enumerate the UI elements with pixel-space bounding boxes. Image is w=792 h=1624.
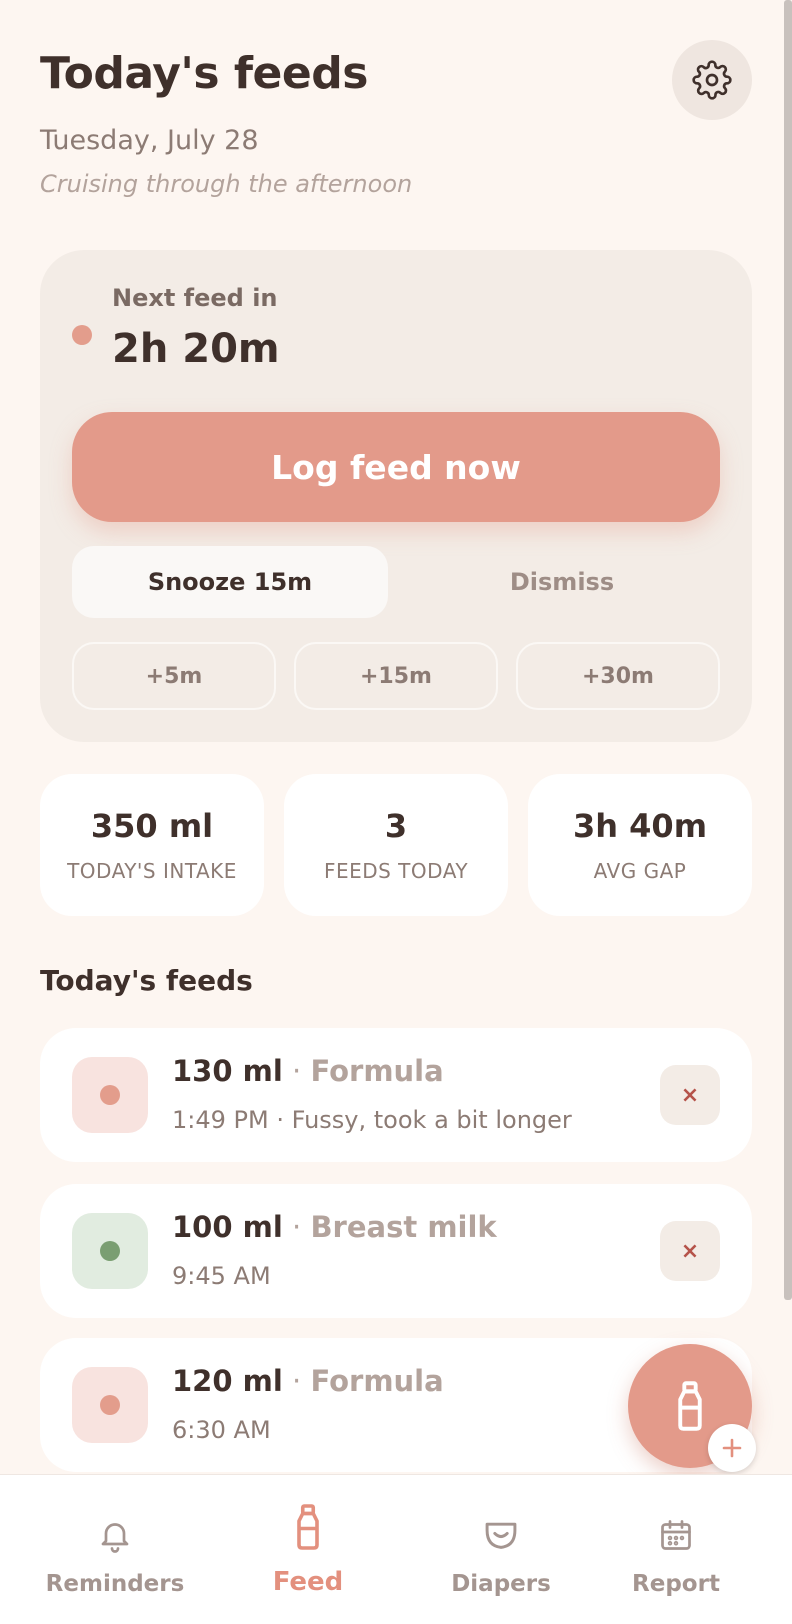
stat-label: FEEDS TODAY	[323, 859, 469, 883]
stat-label: AVG GAP	[593, 859, 687, 883]
feeds-section-title: Today's feeds	[40, 964, 253, 997]
feed-amount: 100 ml	[172, 1210, 283, 1244]
close-icon: ×	[680, 1238, 700, 1264]
feed-summary: 130 ml · Formula	[172, 1054, 444, 1088]
status-subtitle: Cruising through the afternoon	[40, 170, 413, 198]
feed-type-dot	[100, 1241, 120, 1261]
settings-button[interactable]	[672, 40, 752, 120]
feed-type-badge	[72, 1057, 148, 1133]
separator: ·	[292, 1054, 302, 1088]
close-icon: ×	[680, 1082, 700, 1108]
delete-feed-button[interactable]: ×	[660, 1065, 720, 1125]
bottle-icon	[678, 1381, 702, 1431]
feed-detail: 6:30 AM	[172, 1416, 271, 1444]
plus-icon	[722, 1438, 742, 1458]
feed-type-badge	[72, 1367, 148, 1443]
feeds-screen: Today's feeds Tuesday, July 28 Cruising …	[0, 0, 792, 1624]
feed-type-dot	[100, 1085, 120, 1105]
snooze-button[interactable]: Snooze 15m	[72, 546, 388, 618]
feed-type: Formula	[310, 1054, 444, 1088]
feed-detail: 9:45 AM	[172, 1262, 271, 1290]
diaper-icon	[485, 1522, 517, 1549]
stat-card-feeds: 3 FEEDS TODAY	[284, 774, 508, 916]
snooze-30m-chip[interactable]: +30m	[516, 642, 720, 710]
separator: ·	[292, 1210, 302, 1244]
separator: ·	[292, 1364, 302, 1398]
feed-list-item[interactable]: 100 ml · Breast milk 9:45 AM ×	[40, 1184, 752, 1318]
stat-value: 350 ml	[90, 807, 214, 845]
next-feed-countdown: 2h 20m	[112, 326, 280, 372]
stat-value: 3h 40m	[572, 807, 708, 845]
stat-card-intake: 350 ml TODAY'S INTAKE	[40, 774, 264, 916]
tab-feed[interactable]: Feed	[218, 1475, 398, 1624]
bottle-icon	[297, 1504, 319, 1550]
stat-value: 3	[384, 807, 408, 845]
tab-label: Reminders	[45, 1571, 185, 1597]
feed-type-badge	[72, 1213, 148, 1289]
log-feed-button[interactable]: Log feed now	[72, 412, 720, 522]
stat-label: TODAY'S INTAKE	[67, 859, 237, 883]
snooze-5m-chip[interactable]: +5m	[72, 642, 276, 710]
page-title: Today's feeds	[40, 48, 368, 99]
feed-list-item[interactable]: 130 ml · Formula 1:49 PM · Fussy, took a…	[40, 1028, 752, 1162]
stat-card-avg-gap: 3h 40m AVG GAP	[528, 774, 752, 916]
feed-type: Breast milk	[310, 1210, 497, 1244]
status-dot	[72, 325, 92, 345]
tab-label: Feed	[272, 1567, 344, 1597]
feed-detail: 1:49 PM · Fussy, took a bit longer	[172, 1106, 572, 1134]
bottom-tab-bar: Reminders Feed Diapers Report	[0, 1474, 792, 1624]
feed-type-dot	[100, 1395, 120, 1415]
next-feed-card: Next feed in 2h 20m Log feed now Snooze …	[40, 250, 752, 742]
snooze-15m-chip[interactable]: +15m	[294, 642, 498, 710]
tab-label: Diapers	[451, 1571, 551, 1597]
tab-report[interactable]: Report	[586, 1475, 766, 1624]
gear-icon	[692, 60, 732, 100]
header: Today's feeds Tuesday, July 28 Cruising …	[40, 48, 726, 198]
bell-icon	[101, 1523, 129, 1553]
next-feed-label: Next feed in	[112, 284, 278, 312]
delete-feed-button[interactable]: ×	[660, 1221, 720, 1281]
add-badge[interactable]	[708, 1424, 756, 1472]
tab-label: Report	[632, 1571, 720, 1597]
calendar-icon	[661, 1520, 691, 1550]
feed-amount: 120 ml	[172, 1364, 283, 1398]
feed-type: Formula	[310, 1364, 444, 1398]
scrollbar[interactable]	[784, 0, 792, 1300]
feed-summary: 100 ml · Breast milk	[172, 1210, 497, 1244]
tab-diapers[interactable]: Diapers	[411, 1475, 591, 1624]
feed-amount: 130 ml	[172, 1054, 283, 1088]
tab-reminders[interactable]: Reminders	[25, 1475, 205, 1624]
date-label: Tuesday, July 28	[40, 125, 259, 156]
dismiss-button[interactable]: Dismiss	[404, 546, 720, 618]
feed-summary: 120 ml · Formula	[172, 1364, 444, 1398]
